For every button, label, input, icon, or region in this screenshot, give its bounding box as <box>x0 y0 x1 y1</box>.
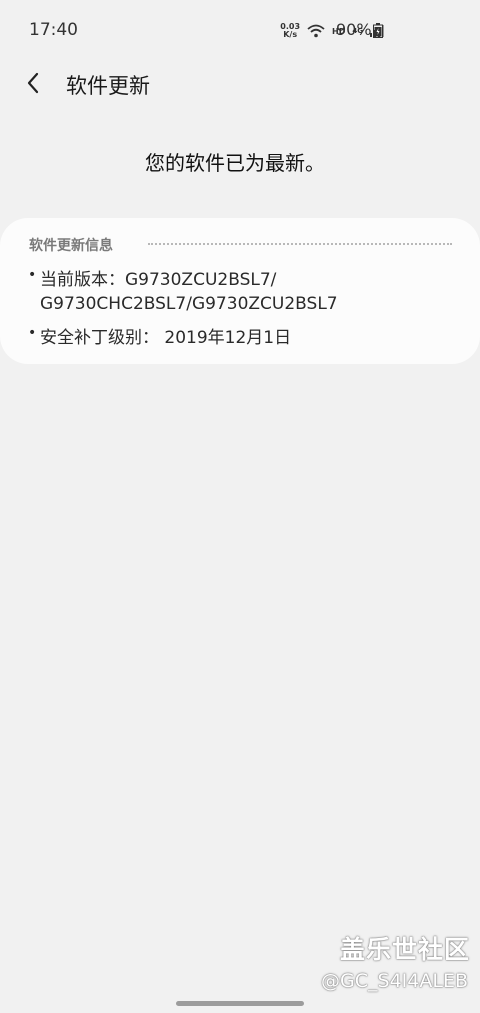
battery-icon <box>373 23 383 38</box>
network-speed: 0.03 K/s <box>280 23 300 39</box>
software-info-card: 软件更新信息 • 当前版本：G9730ZCU2BSL7/ G9730CHC2BS… <box>0 218 480 364</box>
watermark-user: @GC_S4I4ALEB <box>321 970 468 992</box>
header-divider <box>148 243 452 245</box>
bullet: • <box>28 325 37 341</box>
status-time: 17:40 <box>29 20 78 40</box>
card-header: 软件更新信息 <box>29 238 113 254</box>
current-version-line2: G9730CHC2BSL7/G9730ZCU2BSL7 <box>40 294 338 314</box>
current-version-line1: 当前版本：G9730ZCU2BSL7/ <box>40 270 277 290</box>
app-header: 软件更新 <box>0 60 480 108</box>
status-bar: 17:40 0.03 K/s HD 4G 90% <box>0 0 480 60</box>
battery-percent: 90% <box>336 20 372 39</box>
update-status-message: 您的软件已为最新。 <box>145 151 325 175</box>
home-indicator[interactable] <box>176 1001 304 1006</box>
bullet: • <box>28 267 37 283</box>
network-speed-unit: K/s <box>283 30 298 39</box>
back-chevron-icon[interactable] <box>22 70 46 96</box>
wifi-icon <box>307 24 325 38</box>
watermark-community: 盖乐世社区 <box>339 935 470 964</box>
security-patch-level: 安全补丁级别： 2019年12月1日 <box>40 328 292 348</box>
page-title: 软件更新 <box>66 74 150 98</box>
